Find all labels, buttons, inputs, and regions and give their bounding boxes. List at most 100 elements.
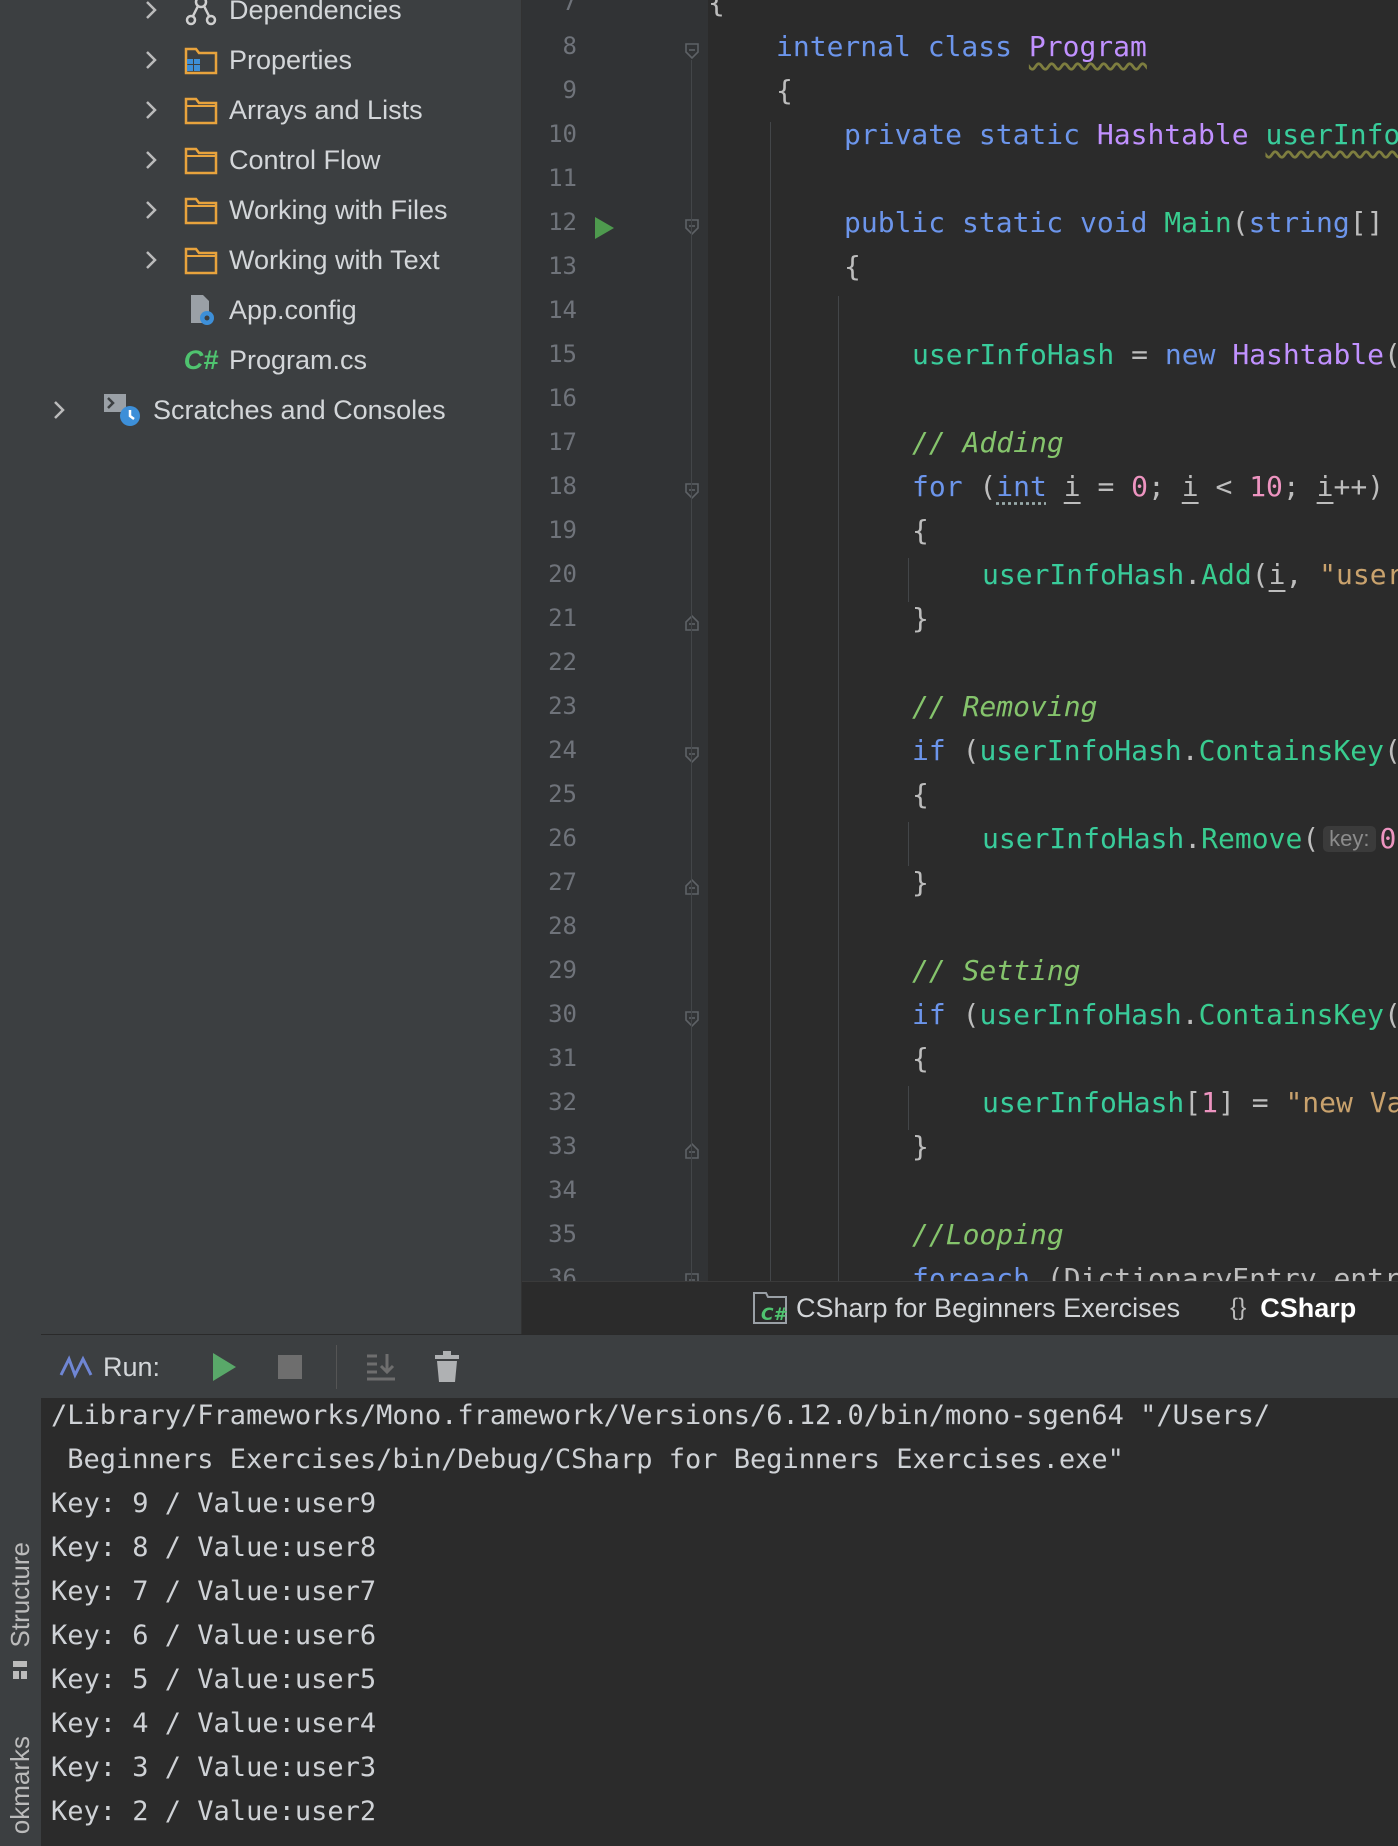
code-line-27: }	[912, 866, 929, 899]
line-number: 28	[548, 912, 577, 940]
chevron-right-icon[interactable]	[141, 150, 161, 170]
fold-marker-icon[interactable]	[684, 746, 700, 764]
console-line: Key: 7 / Value:user7	[51, 1576, 377, 1607]
console-line: Beginners Exercises/bin/Debug/CSharp for…	[51, 1444, 1124, 1475]
left-tool-strip: Structure okmarks	[0, 0, 42, 1846]
line-number: 13	[548, 252, 577, 280]
code-line-13: {	[844, 250, 861, 283]
breadcrumb-label: CSharp for Beginners Exercises	[796, 1292, 1181, 1323]
breadcrumb-namespace[interactable]: {} CSharp	[1230, 1293, 1356, 1324]
code-line-18: for (int i = 0; i < 10; i++)	[912, 470, 1385, 503]
fold-marker-icon[interactable]	[684, 1272, 700, 1281]
code-editor[interactable]: 7 8 9 10 11 12 13 14 15 16 17 18 19 20 21 22 23 24 25 26 27 2…	[522, 0, 1398, 1281]
code-line-29: // Setting	[912, 954, 1081, 987]
code-line-33: }	[912, 1130, 929, 1163]
line-number: 19	[548, 516, 577, 544]
indent-guide	[838, 296, 839, 1281]
folder-icon	[183, 143, 219, 177]
line-number: 15	[548, 340, 577, 368]
console-line: Key: 3 / Value:user3	[51, 1752, 377, 1783]
code-line-9: {	[776, 74, 793, 107]
tree-item-properties[interactable]: Properties	[141, 36, 352, 84]
console-line: /Library/Frameworks/Mono.framework/Versi…	[51, 1400, 1271, 1431]
console-line: Key: 8 / Value:user8	[51, 1532, 377, 1563]
fold-marker-icon[interactable]	[684, 218, 700, 236]
run-console-output[interactable]: /Library/Frameworks/Mono.framework/Versi…	[41, 1398, 1398, 1846]
folder-icon	[183, 93, 219, 127]
trash-icon[interactable]	[427, 1347, 467, 1387]
tree-item-label: Program.cs	[229, 344, 368, 375]
chevron-right-icon[interactable]	[141, 100, 161, 120]
run-panel-title: Run:	[103, 1351, 161, 1382]
properties-folder-icon	[183, 43, 219, 77]
code-line-23: // Removing	[912, 690, 1098, 723]
line-number: 16	[548, 384, 577, 412]
line-number: 7	[562, 0, 577, 16]
code-line-32: userInfoHash[1] = "new Value";	[982, 1086, 1398, 1119]
folder-icon	[183, 243, 219, 277]
line-number: 22	[548, 648, 577, 676]
fold-end-marker-icon[interactable]	[684, 1142, 700, 1160]
dependencies-icon	[183, 0, 219, 27]
line-number: 8	[562, 32, 577, 60]
toolbar-divider	[336, 1345, 338, 1389]
breadcrumb-project[interactable]: C# CSharp for Beginners Exercises	[752, 1291, 1180, 1325]
project-tree-panel: Dependencies Properties Arrays and Lists…	[41, 0, 522, 1334]
tree-item-label: Working with Files	[229, 194, 448, 225]
chevron-right-icon[interactable]	[141, 250, 161, 270]
chevron-right-icon[interactable]	[49, 400, 69, 420]
line-number: 35	[548, 1220, 577, 1248]
line-number: 30	[548, 1000, 577, 1028]
tree-item-scratches-and-consoles[interactable]: Scratches and Consoles	[49, 386, 446, 434]
scratches-icon	[101, 393, 143, 427]
stop-button[interactable]	[270, 1347, 310, 1387]
line-number: 24	[548, 736, 577, 764]
dotnet-run-icon	[59, 1355, 95, 1379]
structure-tab-label: Structure	[5, 1542, 35, 1648]
chevron-right-icon[interactable]	[141, 200, 161, 220]
fold-marker-icon[interactable]	[684, 42, 700, 60]
code-line-12: public static void Main(string[] args)	[844, 206, 1384, 239]
line-number: 29	[548, 956, 577, 984]
tree-item-label: Working with Text	[229, 244, 440, 275]
code-line-10: private static Hashtable userInfoHash	[844, 118, 1398, 151]
tree-item-working-with-files[interactable]: Working with Files	[141, 186, 448, 234]
indent-guide	[691, 60, 692, 1281]
tree-item-app-config[interactable]: App.config	[141, 286, 357, 334]
code-line-36: foreach (DictionaryEntry entry	[912, 1262, 1398, 1281]
bookmarks-tab[interactable]: okmarks	[0, 1725, 41, 1846]
config-file-icon	[183, 293, 219, 327]
code-line-30: if (userInfoHash.ContainsKey(1))	[912, 998, 1398, 1031]
fold-marker-icon[interactable]	[684, 1010, 700, 1028]
code-line-25: {	[912, 778, 929, 811]
tree-item-label: Dependencies	[229, 0, 402, 25]
tree-item-program-cs[interactable]: C# Program.cs	[141, 336, 367, 384]
tree-item-arrays-and-lists[interactable]: Arrays and Lists	[141, 86, 423, 134]
line-number: 36	[548, 1264, 577, 1281]
svg-text:C#: C#	[761, 1305, 787, 1325]
chevron-right-icon[interactable]	[141, 0, 161, 20]
code-line-35: //Looping	[912, 1218, 1064, 1251]
tree-item-working-with-text[interactable]: Working with Text	[141, 236, 440, 284]
chevron-right-icon[interactable]	[141, 50, 161, 70]
fold-end-marker-icon[interactable]	[684, 614, 700, 632]
line-number: 10	[548, 120, 577, 148]
tree-item-dependencies[interactable]: Dependencies	[141, 0, 402, 34]
line-number: 25	[548, 780, 577, 808]
code-line-17: // Adding	[912, 426, 1064, 459]
tree-item-label: Arrays and Lists	[229, 94, 423, 125]
rerun-button[interactable]	[204, 1347, 244, 1387]
structure-tab[interactable]: Structure	[0, 1505, 41, 1685]
fold-end-marker-icon[interactable]	[684, 878, 700, 896]
line-number: 26	[548, 824, 577, 852]
scroll-to-end-icon[interactable]	[361, 1347, 401, 1387]
line-number: 9	[562, 76, 577, 104]
fold-marker-icon[interactable]	[684, 482, 700, 500]
console-line: Key: 9 / Value:user9	[51, 1488, 377, 1519]
run-gutter-icon[interactable]	[592, 215, 616, 241]
line-number: 33	[548, 1132, 577, 1160]
console-line: Key: 2 / Value:user2	[51, 1796, 377, 1827]
code-line-19: {	[912, 514, 929, 547]
tree-item-control-flow[interactable]: Control Flow	[141, 136, 381, 184]
indent-guide	[908, 1086, 909, 1130]
